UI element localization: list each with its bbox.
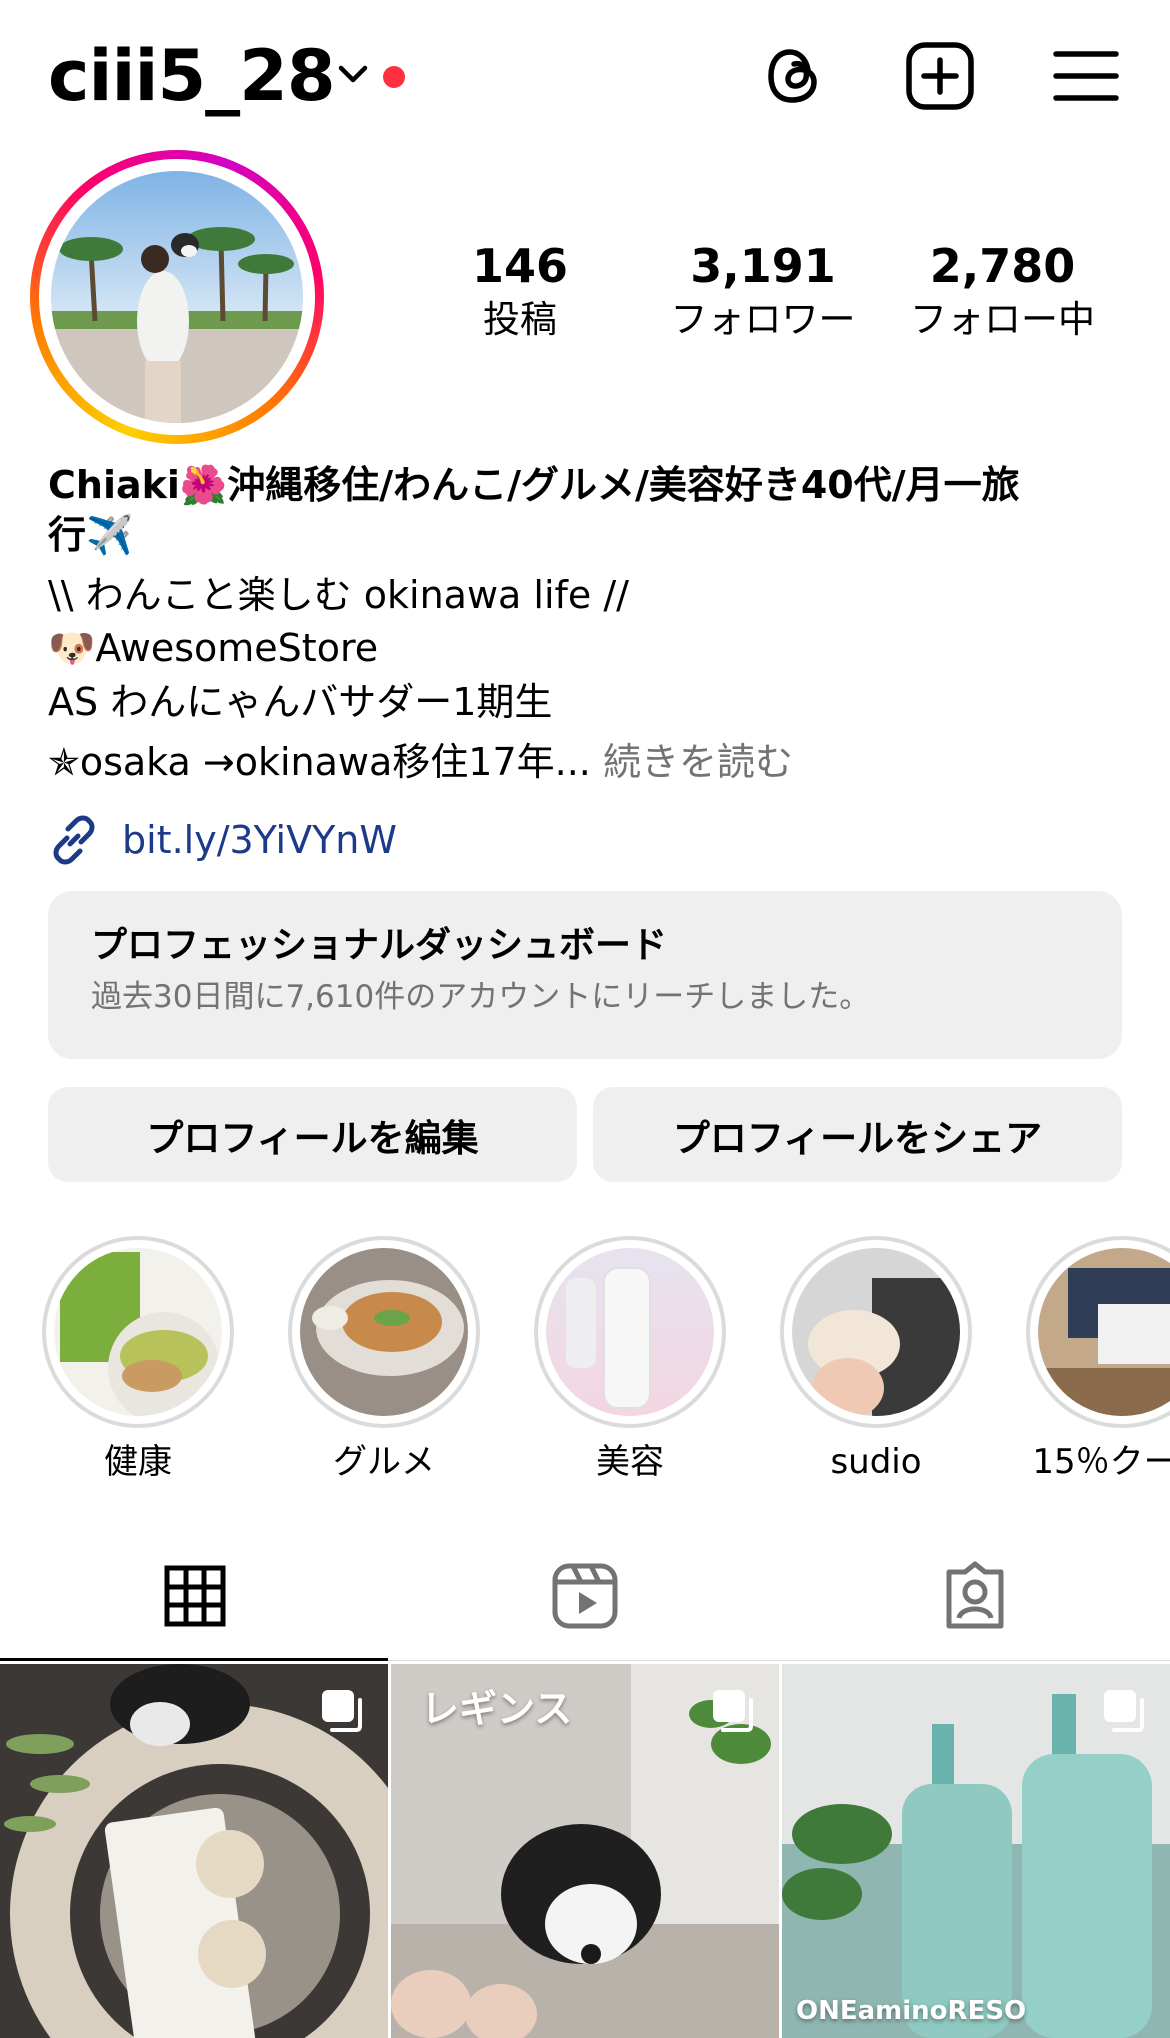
bio-line: AS わんにゃんバサダー1期生: [48, 680, 553, 724]
share-profile-button[interactable]: プロフィールをシェア: [593, 1087, 1122, 1182]
highlight-label: グルメ: [333, 1442, 435, 1482]
chevron-down-icon[interactable]: [335, 56, 371, 92]
tagged-tab-icon[interactable]: [939, 1560, 1011, 1632]
stat-value: 146: [471, 239, 569, 293]
link-icon: [53, 815, 95, 865]
posts-grid-tab-icon[interactable]: [159, 1560, 231, 1632]
highlight-item[interactable]: グルメ: [288, 1236, 480, 1484]
stat-label: 投稿: [483, 298, 557, 341]
carousel-icon: [1104, 1690, 1144, 1732]
link-url[interactable]: bit.ly/3YiVYnW: [122, 818, 397, 862]
threads-icon[interactable]: [760, 40, 832, 112]
post-thumbnail[interactable]: ONEaminoRESO: [782, 1664, 1170, 2038]
post-thumbnail[interactable]: レギンス: [391, 1664, 779, 2038]
carousel-icon: [322, 1690, 362, 1732]
story-ring[interactable]: [30, 150, 324, 444]
active-tab-indicator: [0, 1658, 388, 1661]
stat-value: 2,780: [929, 239, 1076, 293]
highlight-item[interactable]: 15％クーポ: [1026, 1236, 1170, 1484]
stat-label: フォロワー: [670, 298, 856, 341]
highlight-cover: [54, 1248, 222, 1416]
highlight-label: sudio: [830, 1442, 922, 1482]
highlight-label: 15％クーポ: [1032, 1442, 1170, 1482]
stat-value: 3,191: [690, 239, 836, 293]
bio-line: 🐶AwesomeStore: [48, 626, 379, 670]
highlight-label: 健康: [104, 1442, 172, 1482]
notification-dot: [383, 66, 405, 88]
post-thumbnail[interactable]: [0, 1664, 388, 2038]
highlight-item[interactable]: sudio: [780, 1236, 972, 1484]
dashboard-title: プロフェッショナルダッシュボード: [91, 925, 668, 966]
post-overlay-text: ONEaminoRESO: [796, 1996, 1027, 2026]
username-switcher[interactable]: ciii5_28: [48, 36, 336, 116]
stat-followers[interactable]: 3,191 フォロワー: [658, 238, 868, 346]
reels-tab-icon[interactable]: [549, 1560, 621, 1632]
highlight-cover: [1038, 1248, 1170, 1416]
post-overlay-text: レギンス: [421, 1687, 573, 1731]
create-post-icon[interactable]: [904, 40, 976, 112]
highlight-cover: [300, 1248, 468, 1416]
menu-icon[interactable]: [1050, 40, 1122, 112]
name-line-2: 行✈️: [48, 513, 134, 557]
edit-profile-button[interactable]: プロフィールを編集: [48, 1087, 577, 1182]
read-more-link[interactable]: 続きを読む: [591, 740, 793, 784]
stat-following[interactable]: 2,780 フォロー中: [900, 238, 1105, 346]
bio-line: ✯osaka →okinawa移住17年...: [48, 740, 591, 784]
highlight-item[interactable]: 健康: [42, 1236, 234, 1484]
name-line-1: Chiaki🌺沖縄移住/わんこ/グルメ/美容好き40代/月一旅: [48, 463, 1020, 507]
stat-label: フォロー中: [910, 298, 1095, 341]
stat-posts[interactable]: 146 投稿: [460, 238, 580, 346]
highlight-item[interactable]: 美容: [534, 1236, 726, 1484]
bio-line: \\ わんこと楽しむ okinawa life //: [48, 573, 629, 617]
bio-truncated[interactable]: ✯osaka →okinawa移住17年... 続きを読む: [48, 736, 1128, 788]
profile-header: ciii5_28: [0, 0, 1170, 150]
profile-name: Chiaki🌺沖縄移住/わんこ/グルメ/美容好き40代/月一旅 行✈️: [48, 460, 1128, 560]
professional-dashboard[interactable]: プロフェッショナルダッシュボード 過去30日間に7,610件のアカウントにリーチ…: [48, 891, 1122, 1059]
highlight-cover: [792, 1248, 960, 1416]
carousel-icon: [713, 1690, 753, 1732]
avatar-photo: [51, 171, 303, 423]
avatar[interactable]: [51, 171, 303, 423]
highlight-cover: [546, 1248, 714, 1416]
dashboard-subtitle: 過去30日間に7,610件のアカウントにリーチしました。: [91, 979, 871, 1015]
highlight-label: 美容: [596, 1442, 664, 1482]
bio-link[interactable]: bit.ly/3YiVYnW: [48, 812, 397, 868]
